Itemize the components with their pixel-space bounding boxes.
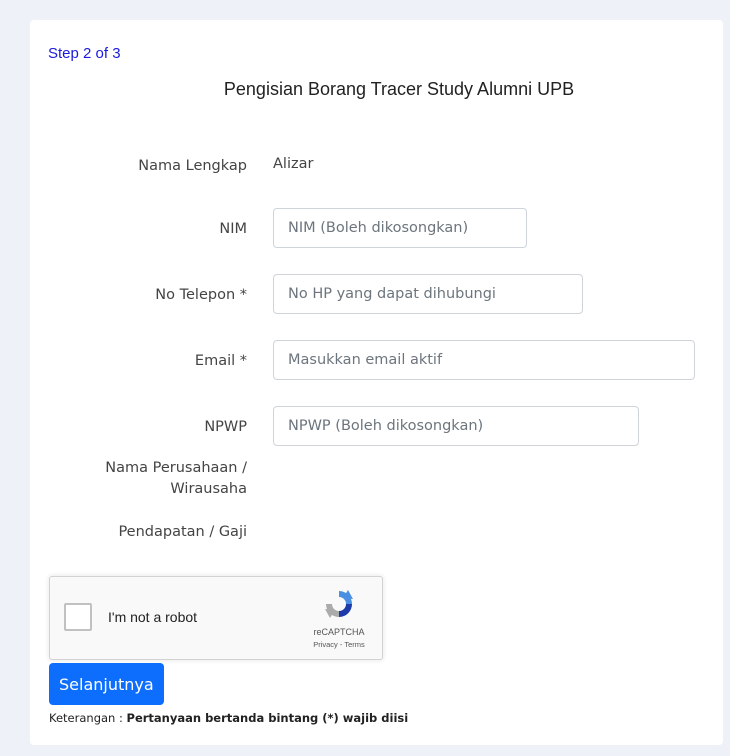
- email-input[interactable]: [273, 340, 695, 380]
- pendapatan-label: Pendapatan / Gaji: [118, 524, 247, 540]
- recaptcha-privacy-link[interactable]: Privacy: [313, 640, 338, 649]
- nama-value: Alizar: [273, 156, 314, 172]
- recaptcha-terms-link[interactable]: Terms: [344, 640, 364, 649]
- nama-label: Nama Lengkap: [138, 158, 247, 174]
- telepon-input[interactable]: [273, 274, 583, 314]
- npwp-input[interactable]: [273, 406, 639, 446]
- page-title: Pengisian Borang Tracer Study Alumni UPB: [223, 79, 575, 99]
- recaptcha-widget: I'm not a robot reCAPTCHA Privacy - Term…: [49, 576, 383, 660]
- recaptcha-links: Privacy - Terms: [300, 640, 378, 649]
- note-text: Pertanyaan bertanda bintang (*) wajib di…: [126, 711, 409, 725]
- perusahaan-label-line2: Wirausaha: [170, 481, 247, 497]
- perusahaan-label-line1: Nama Perusahaan /: [105, 460, 247, 476]
- step-indicator: Step 2 of 3: [48, 45, 121, 62]
- nim-input[interactable]: [273, 208, 527, 248]
- note-prefix: Keterangan :: [49, 711, 127, 725]
- recaptcha-brand: reCAPTCHA: [313, 627, 365, 637]
- telepon-label: No Telepon *: [155, 287, 247, 303]
- required-note: Keterangan : Pertanyaan bertanda bintang…: [49, 711, 408, 725]
- email-label: Email *: [194, 353, 247, 369]
- npwp-label: NPWP: [204, 419, 247, 435]
- form-card: Step 2 of 3 Pengisian Borang Tracer Stud…: [30, 20, 723, 745]
- next-button[interactable]: Selanjutnya: [49, 663, 164, 705]
- recaptcha-checkbox[interactable]: [64, 603, 92, 631]
- nim-label: NIM: [219, 221, 247, 237]
- recaptcha-logo-icon: [325, 590, 353, 618]
- recaptcha-label: I'm not a robot: [108, 609, 198, 625]
- perusahaan-label: Nama Perusahaan / Wirausaha: [105, 458, 247, 500]
